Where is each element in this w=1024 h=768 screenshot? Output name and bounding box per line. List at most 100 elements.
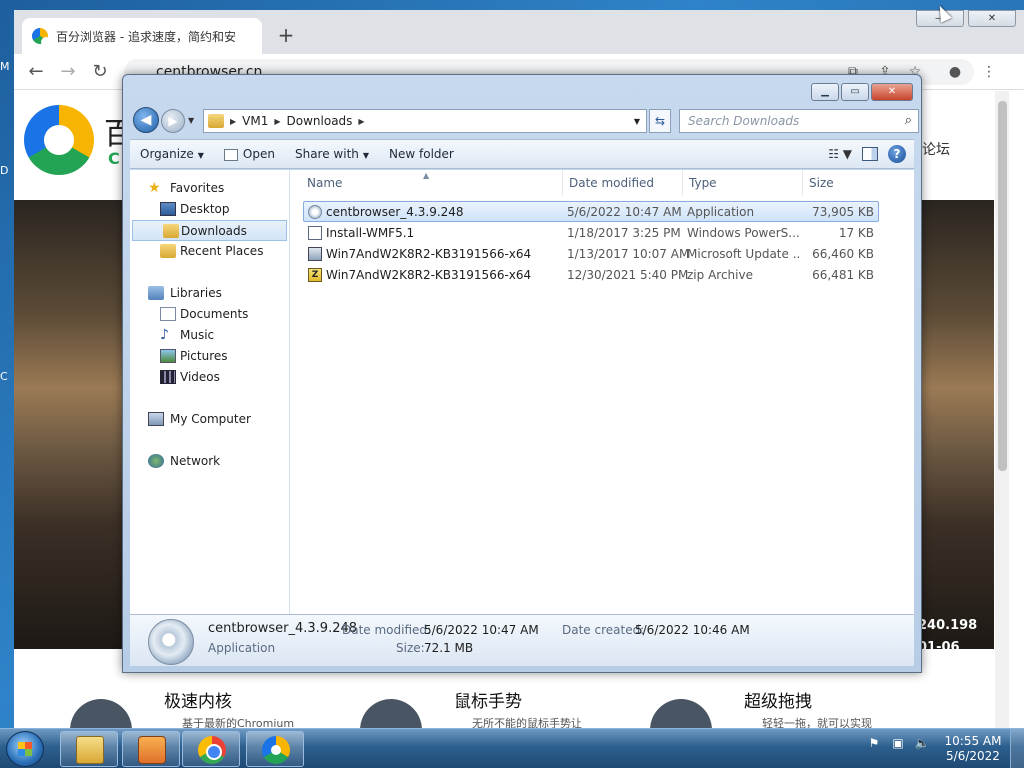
profile-icon[interactable]: ● <box>946 63 964 81</box>
desktop-icon-label-fragment[interactable]: C <box>0 370 12 386</box>
file-size: 17 KB <box>838 226 874 240</box>
new-tab-button[interactable]: + <box>274 24 298 48</box>
explorer-window: ▁ ▭ ✕ ◀ ▶ ▼ ▶ VM1 ▶ Downloads ▶ ▼ ⇆ Sear… <box>122 74 922 673</box>
breadcrumb-separator-icon[interactable]: ▶ <box>358 117 364 126</box>
file-row[interactable]: Z Win7AndW2K8R2-KB3191566-x64 12/30/2021 … <box>303 264 879 285</box>
explorer-address-bar[interactable]: ▶ VM1 ▶ Downloads ▶ ▼ <box>203 109 647 133</box>
explorer-close-button[interactable]: ✕ <box>871 83 913 101</box>
forward-icon[interactable]: → <box>56 60 80 84</box>
clock-date: 5/6/2022 <box>946 749 1000 763</box>
file-row[interactable]: Install-WMF5.1 1/18/2017 3:25 PM Windows… <box>303 222 879 243</box>
hero-version-text: 240.198 <box>918 618 978 633</box>
recent-pages-dropdown[interactable]: ▼ <box>188 116 194 125</box>
taskbar-centbrowser-button[interactable] <box>246 731 304 767</box>
file-date: 1/18/2017 3:25 PM <box>567 226 681 240</box>
page-scrollbar[interactable] <box>995 91 1009 728</box>
column-header-size[interactable]: Size <box>803 170 883 196</box>
file-size: 73,905 KB <box>812 205 874 219</box>
feature-subtitle: 轻轻一拖，就可以实现 <box>762 717 872 728</box>
nav-network[interactable]: Network <box>130 451 289 472</box>
action-center-flag-icon[interactable]: ⚑ <box>866 735 882 751</box>
browser-close-button[interactable]: ✕ <box>968 10 1016 27</box>
open-button[interactable]: Open <box>214 147 285 161</box>
file-row[interactable]: centbrowser_4.3.9.248 5/6/2022 10:47 AM … <box>303 201 879 222</box>
taskbar-chrome-button[interactable] <box>182 731 240 767</box>
explorer-maximize-button[interactable]: ▭ <box>841 83 869 101</box>
file-name: centbrowser_4.3.9.248 <box>326 205 464 219</box>
help-icon[interactable]: ? <box>888 145 906 163</box>
nav-libraries[interactable]: Libraries <box>130 283 289 304</box>
menu-icon[interactable]: ⋮ <box>980 63 998 81</box>
forward-button[interactable]: ▶ <box>161 109 185 133</box>
nav-pictures[interactable]: Pictures <box>130 346 289 367</box>
nav-downloads[interactable]: Downloads <box>132 220 287 241</box>
back-button[interactable]: ◀ <box>133 107 159 133</box>
clock[interactable]: 10:55 AM 5/6/2022 <box>942 734 1004 764</box>
details-date-modified: 5/6/2022 10:47 AM <box>424 623 539 637</box>
file-date: 1/13/2017 10:07 AM <box>567 247 690 261</box>
open-label: Open <box>242 147 275 161</box>
logo-text-fragment: C <box>108 149 120 168</box>
nav-recent-places[interactable]: Recent Places <box>130 241 289 262</box>
explorer-body: ★ Favorites Desktop Downloads Recent Plac… <box>130 170 914 614</box>
breadcrumb-separator-icon[interactable]: ▶ <box>224 117 236 126</box>
file-list-pane: ▲ Name Date modified Type Size centbrowse… <box>291 170 914 614</box>
taskbar-media-player-button[interactable] <box>122 731 180 767</box>
column-header-type[interactable]: Type <box>683 170 803 196</box>
file-name-cell: Z Win7AndW2K8R2-KB3191566-x64 <box>304 265 559 284</box>
cent-browser-logo[interactable] <box>24 105 94 175</box>
change-view-button[interactable]: ☷ ▼ <box>828 147 852 161</box>
network-icon <box>148 454 164 468</box>
file-type: zip Archive <box>687 268 753 282</box>
file-name-cell: centbrowser_4.3.9.248 <box>304 202 559 221</box>
scrollbar-thumb[interactable] <box>998 101 1007 471</box>
network-icon[interactable]: ▣ <box>890 735 906 751</box>
clock-time: 10:55 AM <box>944 734 1002 748</box>
start-button[interactable] <box>6 731 44 767</box>
taskbar-explorer-button[interactable] <box>60 731 118 767</box>
file-size: 66,460 KB <box>812 247 874 261</box>
explorer-minimize-button[interactable]: ▁ <box>811 83 839 101</box>
zip-archive-icon: Z <box>308 268 322 282</box>
file-row[interactable]: Win7AndW2K8R2-KB3191566-x64 1/13/2017 10… <box>303 243 879 264</box>
navigation-pane: ★ Favorites Desktop Downloads Recent Plac… <box>130 170 290 614</box>
details-date-created: 5/6/2022 10:46 AM <box>635 623 750 637</box>
refresh-icon[interactable]: ⇆ <box>649 109 671 133</box>
browser-tab[interactable]: 百分浏览器 - 追求速度，简约和安全 <box>22 18 262 54</box>
nav-documents[interactable]: Documents <box>130 304 289 325</box>
forum-link[interactable]: 论坛 <box>922 139 950 159</box>
new-folder-button[interactable]: New folder <box>379 147 464 161</box>
show-desktop-button[interactable] <box>1010 729 1024 768</box>
address-dropdown-icon[interactable]: ▼ <box>634 117 646 126</box>
file-name: Install-WMF5.1 <box>326 226 415 240</box>
nav-music[interactable]: ♪ Music <box>130 325 289 346</box>
search-input[interactable]: Search Downloads ⌕ <box>679 109 919 133</box>
nav-label: Downloads <box>181 224 247 238</box>
breadcrumb-downloads[interactable]: Downloads <box>281 114 359 128</box>
nav-my-computer[interactable]: My Computer <box>130 409 289 430</box>
browser-window-controls: — ✕ <box>916 10 1020 28</box>
desktop-icon-label-fragment[interactable]: M <box>0 60 12 76</box>
powershell-script-icon <box>308 226 322 240</box>
breadcrumb-vm1[interactable]: VM1 <box>236 114 274 128</box>
preview-pane-icon[interactable] <box>862 147 878 161</box>
desktop-icon-label-fragment[interactable]: D <box>0 164 12 180</box>
nav-videos[interactable]: Videos <box>130 367 289 388</box>
explorer-caption-buttons: ▁ ▭ ✕ <box>811 83 913 101</box>
details-size: 72.1 MB <box>424 641 474 655</box>
back-icon[interactable]: ← <box>24 60 48 84</box>
column-header-date[interactable]: Date modified <box>563 170 683 196</box>
organize-button[interactable]: Organize ▼ <box>130 147 214 161</box>
feature-subtitle: 无所不能的鼠标手势让 <box>472 717 582 728</box>
volume-icon[interactable]: 🔈 <box>914 735 930 751</box>
details-pane: centbrowser_4.3.9.248 Application Date m… <box>130 614 914 666</box>
reload-icon[interactable]: ↻ <box>88 60 112 84</box>
documents-icon <box>160 307 176 321</box>
nav-label: My Computer <box>170 412 251 426</box>
column-header-name[interactable]: ▲ Name <box>291 170 563 196</box>
search-icon[interactable]: ⌕ <box>905 110 912 132</box>
nav-favorites[interactable]: ★ Favorites <box>130 178 289 199</box>
share-with-button[interactable]: Share with ▼ <box>285 147 379 161</box>
nav-desktop[interactable]: Desktop <box>130 199 289 220</box>
